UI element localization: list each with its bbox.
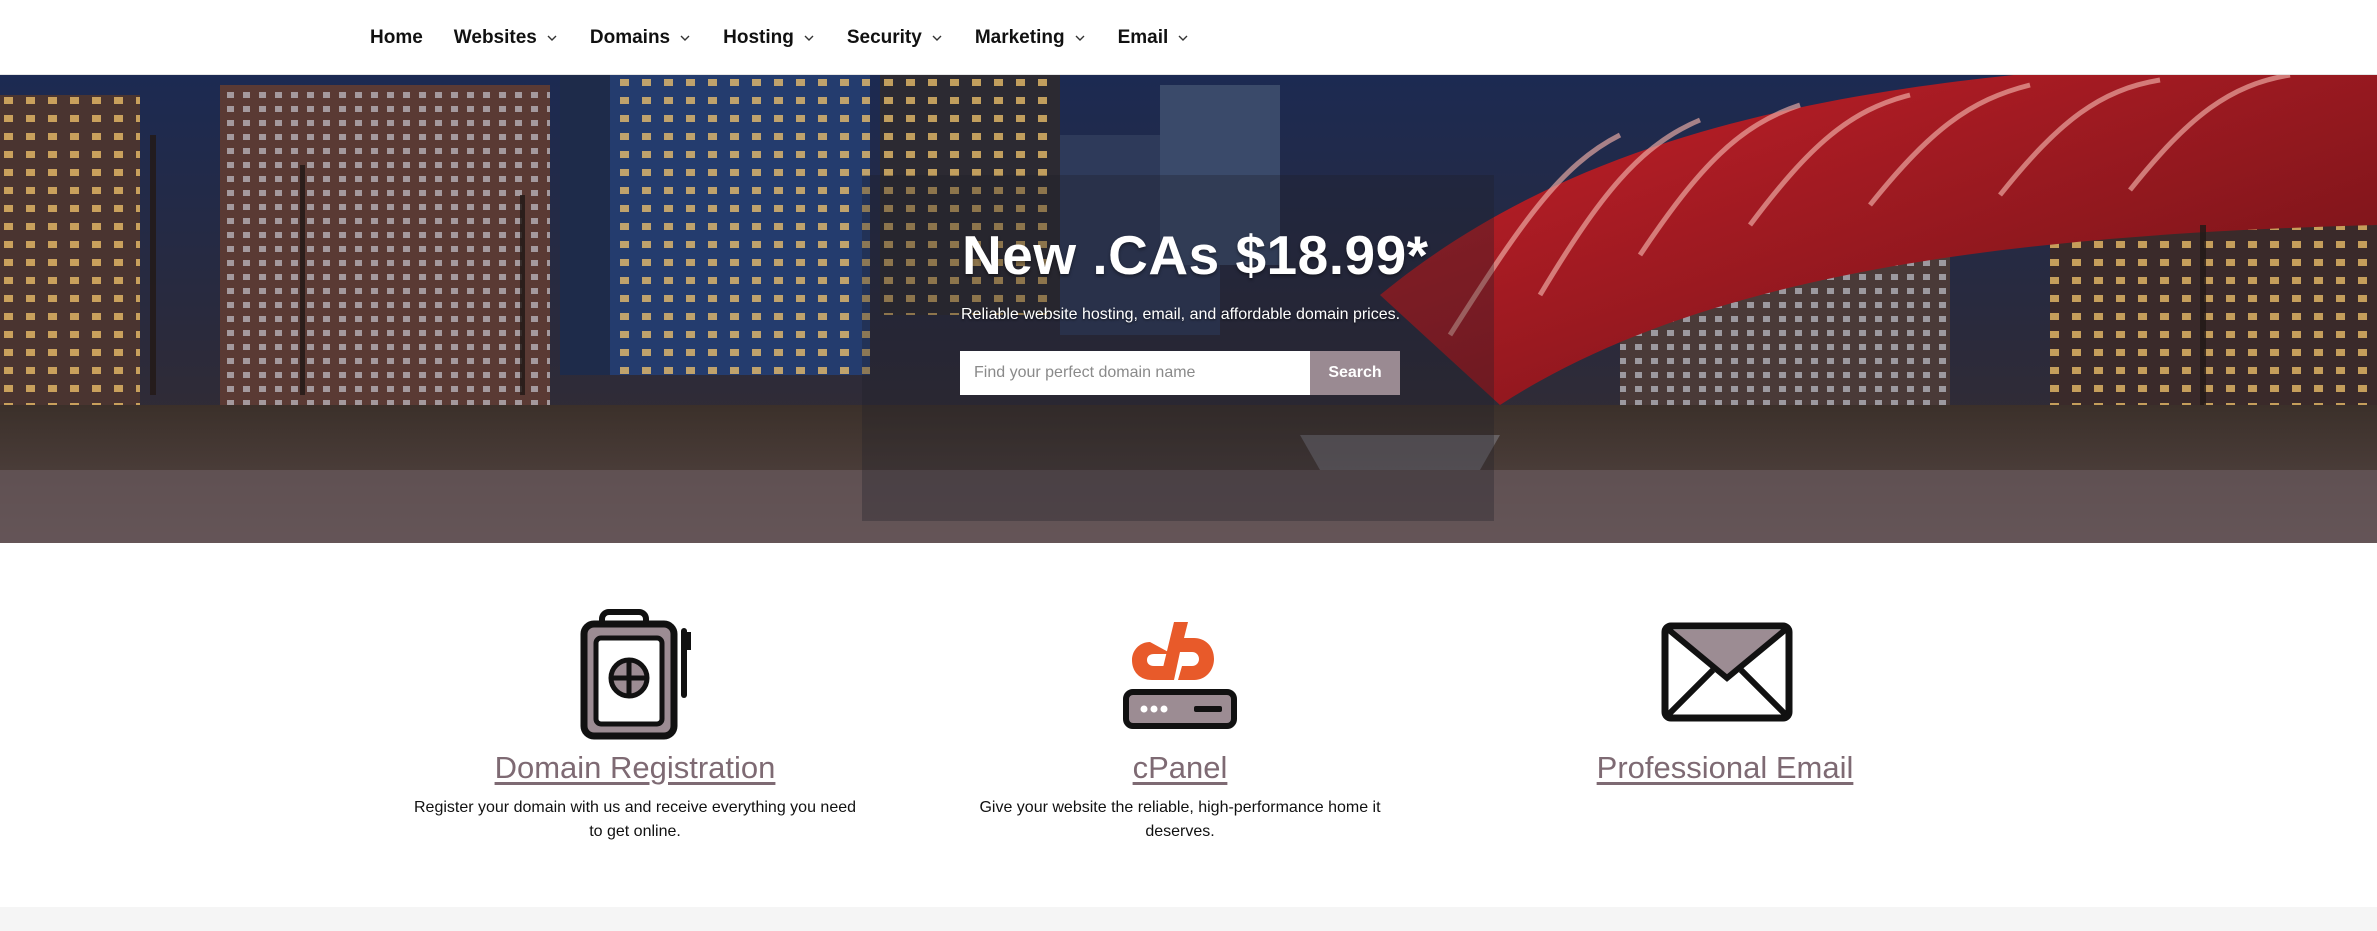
chevron-down-icon — [1073, 31, 1087, 45]
nav-item-hosting[interactable]: Hosting — [723, 27, 816, 49]
cpanel-link[interactable]: cPanel — [940, 750, 1420, 786]
chevron-down-icon — [678, 31, 692, 45]
domain-search-input[interactable] — [960, 351, 1310, 395]
envelope-icon — [1655, 602, 1795, 747]
hero-subtitle: Reliable website hosting, email, and aff… — [961, 306, 1401, 323]
nav-item-home[interactable]: Home — [370, 27, 423, 49]
nav-item-websites[interactable]: Websites — [454, 27, 559, 49]
nav-item-label: Domains — [589, 26, 671, 48]
nav-item-security[interactable]: Security — [847, 27, 944, 49]
nav-item-label: Security — [846, 26, 922, 48]
domain-registration-link[interactable]: Domain Registration — [395, 750, 875, 786]
hero-banner: New .CAs $18.99* Reliable website hostin… — [0, 75, 2377, 543]
nav-item-marketing[interactable]: Marketing — [975, 27, 1087, 49]
nav-item-domains[interactable]: Domains — [590, 27, 692, 49]
footer-strip — [0, 907, 2377, 931]
nav-item-label: Marketing — [974, 26, 1065, 48]
chevron-down-icon — [930, 31, 944, 45]
professional-email-link[interactable]: Professional Email — [1485, 750, 1965, 786]
description-line: Give your website the reliable, high-per… — [979, 799, 1381, 816]
description-line: deserves. — [1145, 823, 1215, 840]
hero-title: New .CAs $18.99* — [962, 224, 1429, 286]
main-nav: Home Websites Domains Hosting Security M… — [370, 0, 1221, 75]
chevron-down-icon — [545, 31, 559, 45]
nav-item-email[interactable]: Email — [1118, 27, 1191, 49]
description-line: Register your domain with us and receive… — [413, 799, 857, 816]
search-button[interactable]: Search — [1310, 351, 1400, 395]
chevron-down-icon — [802, 31, 816, 45]
chevron-down-icon — [1176, 31, 1190, 45]
nav-item-label: Websites — [453, 26, 537, 48]
cpanel-server-icon — [1110, 602, 1250, 747]
description-line: to get online. — [589, 823, 681, 840]
nav-item-label: Home — [370, 26, 423, 48]
domain-search-form: Search — [960, 351, 1400, 395]
top-navbar: Home Websites Domains Hosting Security M… — [0, 0, 2377, 75]
cpanel-description: Give your website the reliable, high-per… — [970, 796, 1390, 844]
nav-item-label: Hosting — [723, 26, 794, 48]
domain-registration-description: Register your domain with us and receive… — [405, 796, 865, 844]
nav-item-label: Email — [1117, 26, 1169, 48]
passport-icon — [565, 602, 705, 747]
